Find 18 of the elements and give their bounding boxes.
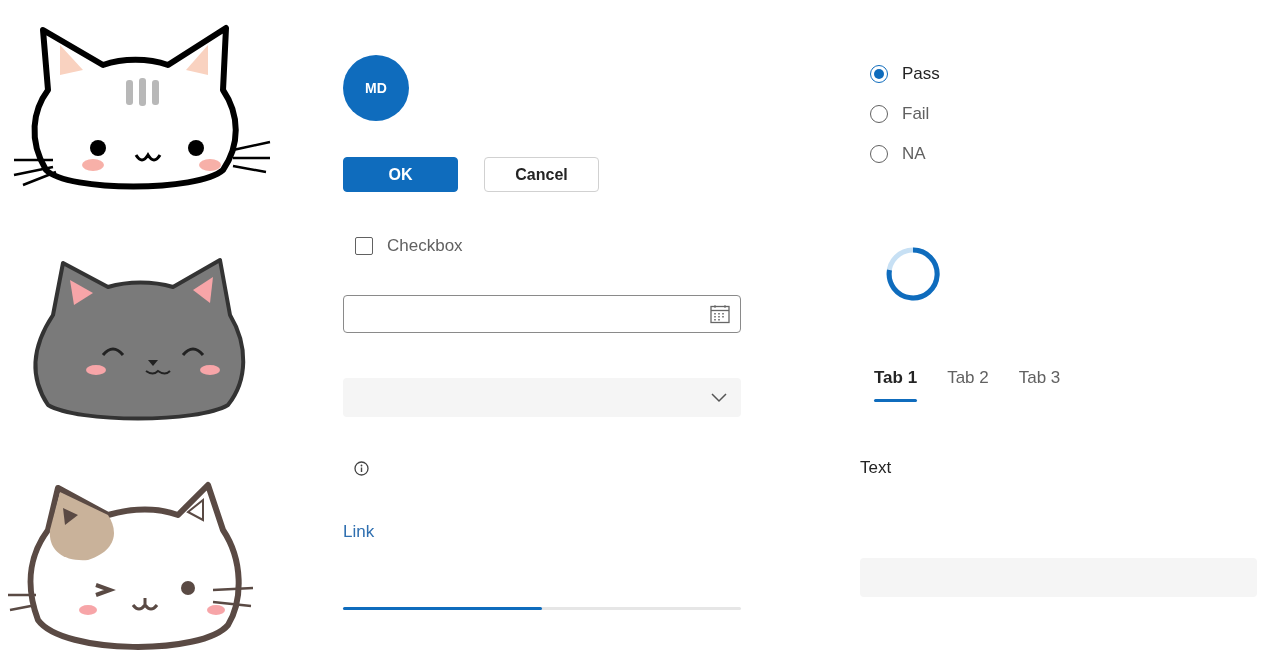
tab[interactable]: Tab 2 xyxy=(937,360,999,402)
avatar: MD xyxy=(343,55,409,121)
tab[interactable]: Tab 3 xyxy=(1008,360,1071,402)
radio-label: Fail xyxy=(902,104,930,124)
checkbox-label: Checkbox xyxy=(387,236,463,256)
ok-button[interactable]: OK xyxy=(343,157,458,192)
cancel-button[interactable]: Cancel xyxy=(484,157,599,192)
date-field[interactable] xyxy=(343,295,741,333)
checkbox[interactable] xyxy=(355,237,373,255)
tab[interactable]: Tab 1 xyxy=(864,360,928,402)
info-icon xyxy=(354,461,369,476)
radio-label: Pass xyxy=(902,64,940,84)
spinner-icon xyxy=(886,247,940,301)
chevron-down-icon xyxy=(711,392,727,403)
text-label: Text xyxy=(860,458,892,477)
calendar-icon xyxy=(710,304,730,324)
link[interactable]: Link xyxy=(343,522,375,541)
radio-label: NA xyxy=(902,144,926,164)
